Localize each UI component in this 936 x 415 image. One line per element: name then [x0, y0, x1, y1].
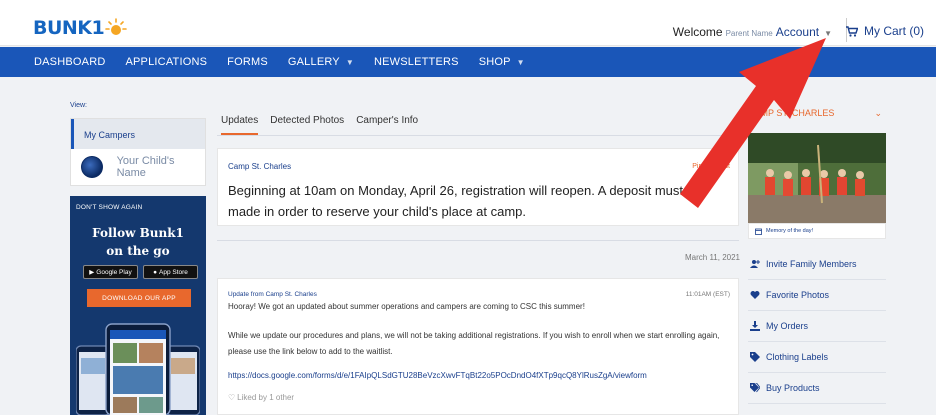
nav-shop[interactable]: SHOP ▼ — [479, 56, 525, 68]
nav-newsletters-label: NEWSLETTERS — [373, 56, 459, 68]
tab-updates[interactable]: Updates — [221, 109, 259, 135]
store-buttons: ▶ Google Play ● App Store — [83, 265, 198, 279]
welcome-text: Welcome — [672, 25, 723, 39]
child-name: Your Child's Name — [116, 155, 175, 179]
logo-text: BUNK1 — [33, 17, 105, 39]
parent-name: Parent Name — [725, 29, 773, 38]
nav-forms-label: FORMS — [227, 56, 268, 68]
nav-applications[interactable]: APPLICATIONS — [125, 56, 207, 68]
post-time: 11:01AM (EST) — [685, 291, 730, 298]
tab-detected-photos[interactable]: Detected Photos — [270, 109, 344, 135]
pinned-post-badge: Pinned Post — [692, 163, 730, 170]
account-menu[interactable]: Account — [776, 25, 819, 39]
post-line-2: While we update our procedures and plans… — [228, 331, 720, 356]
child-avatar — [81, 156, 103, 178]
cart-label: My Cart (0) — [864, 24, 924, 38]
pinned-post-card: Camp St. Charles Pinned Post Beginning a… — [217, 148, 739, 226]
invite-user-icon — [750, 260, 760, 268]
my-campers-item[interactable]: My Campers — [71, 119, 205, 149]
promo-heading-line2: on the go — [106, 244, 170, 258]
sidebar-item-invite-family[interactable]: Invite Family Members — [748, 249, 886, 280]
welcome-area: Welcome Parent Name Account ▼ — [673, 25, 832, 39]
download-icon — [750, 321, 760, 331]
cart-link[interactable]: My Cart (0) — [846, 24, 924, 38]
calendar-icon — [755, 228, 762, 235]
heart-outline-icon: ♡ — [228, 393, 236, 402]
memory-photo[interactable] — [748, 133, 886, 223]
memory-label: Memory of the day! — [766, 228, 814, 234]
post-source[interactable]: Update from Camp St. Charles — [228, 291, 317, 298]
promo-heading-line1: Follow Bunk1 — [92, 226, 184, 240]
sidebar-item-label: Clothing Labels — [766, 352, 829, 362]
content-tabs: Updates Detected Photos Camper's Info — [217, 109, 739, 136]
dont-show-again-link[interactable]: DON'T SHOW AGAIN — [76, 204, 142, 211]
nav-forms[interactable]: FORMS — [227, 56, 268, 68]
tags-icon — [750, 383, 760, 393]
phones-illustration — [76, 323, 200, 415]
main-nav: DASHBOARD APPLICATIONS FORMS GALLERY ▼ NE… — [0, 47, 936, 77]
waitlist-form-link[interactable]: https://docs.google.com/forms/d/e/1FAIpQ… — [228, 371, 647, 380]
sidebar-item-clothing-labels[interactable]: Clothing Labels — [748, 342, 886, 373]
sidebar-item-label: Favorite Photos — [766, 290, 830, 300]
download-app-button[interactable]: DOWNLOAD OUR APP — [87, 289, 191, 307]
memory-of-the-day: Memory of the day! — [748, 223, 886, 239]
sidebar-links: Invite Family Members Favorite Photos My… — [748, 249, 886, 404]
nav-shop-label: SHOP — [478, 56, 511, 68]
feed-date: March 11, 2021 — [685, 253, 740, 262]
pinned-post-message: Beginning at 10am on Monday, April 26, r… — [228, 183, 702, 219]
heart-icon — [750, 291, 760, 299]
cart-icon — [846, 25, 858, 37]
promo-heading: Follow Bunk1 on the go — [70, 224, 206, 260]
nav-gallery-label: GALLERY — [287, 56, 340, 68]
child-item[interactable]: Your Child's Name — [71, 149, 205, 179]
chevron-down-icon: ▼ — [516, 57, 525, 67]
tab-campers-info[interactable]: Camper's Info — [356, 109, 418, 135]
pinned-post-source[interactable]: Camp St. Charles — [228, 162, 291, 171]
google-play-label: Google Play — [96, 268, 132, 276]
campers-selector: My Campers Your Child's Name — [70, 118, 206, 186]
view-label: View: — [70, 102, 87, 109]
app-store-button[interactable]: ● App Store — [143, 265, 198, 279]
app-promo-banner: DON'T SHOW AGAIN Follow Bunk1 on the go … — [70, 196, 206, 415]
sidebar-item-my-orders[interactable]: My Orders — [748, 311, 886, 342]
post-likes-label: Liked by 1 other — [237, 393, 295, 402]
sidebar-item-label: Invite Family Members — [766, 259, 857, 269]
camp-selector[interactable]: CAMP ST. CHARLES ⌄ — [748, 108, 886, 128]
feed-divider — [217, 240, 739, 241]
chevron-down-icon: ▼ — [345, 57, 354, 67]
play-icon: ▶ — [89, 269, 95, 276]
nav-dashboard-label: DASHBOARD — [34, 56, 106, 68]
tag-icon — [750, 352, 760, 362]
top-header: BUNK1 Welcome Parent Name Account ▼ My C… — [0, 0, 936, 46]
bunk1-logo[interactable]: BUNK1 — [33, 17, 128, 39]
update-post-card: Update from Camp St. Charles 11:01AM (ES… — [217, 278, 739, 415]
post-line-1: Hooray! We got an updated about summer o… — [228, 302, 585, 311]
sidebar-item-favorite-photos[interactable]: Favorite Photos — [748, 280, 886, 311]
post-likes[interactable]: ♡ Liked by 1 other — [228, 393, 294, 402]
chevron-down-icon: ⌄ — [874, 108, 882, 118]
nav-gallery[interactable]: GALLERY ▼ — [288, 56, 354, 68]
camp-name: CAMP ST. CHARLES — [748, 108, 835, 118]
account-caret-icon[interactable]: ▼ — [824, 29, 832, 38]
apple-icon: ● — [153, 268, 157, 276]
google-play-button[interactable]: ▶ Google Play — [83, 265, 138, 279]
app-store-label: App Store — [159, 268, 188, 276]
nav-applications-label: APPLICATIONS — [125, 56, 208, 68]
sidebar-item-label: Buy Products — [766, 383, 820, 393]
sun-logo-icon — [105, 18, 128, 35]
sidebar-item-buy-products[interactable]: Buy Products — [748, 373, 886, 404]
nav-dashboard[interactable]: DASHBOARD — [34, 56, 105, 68]
nav-newsletters[interactable]: NEWSLETTERS — [374, 56, 459, 68]
sidebar-item-label: My Orders — [766, 321, 809, 331]
